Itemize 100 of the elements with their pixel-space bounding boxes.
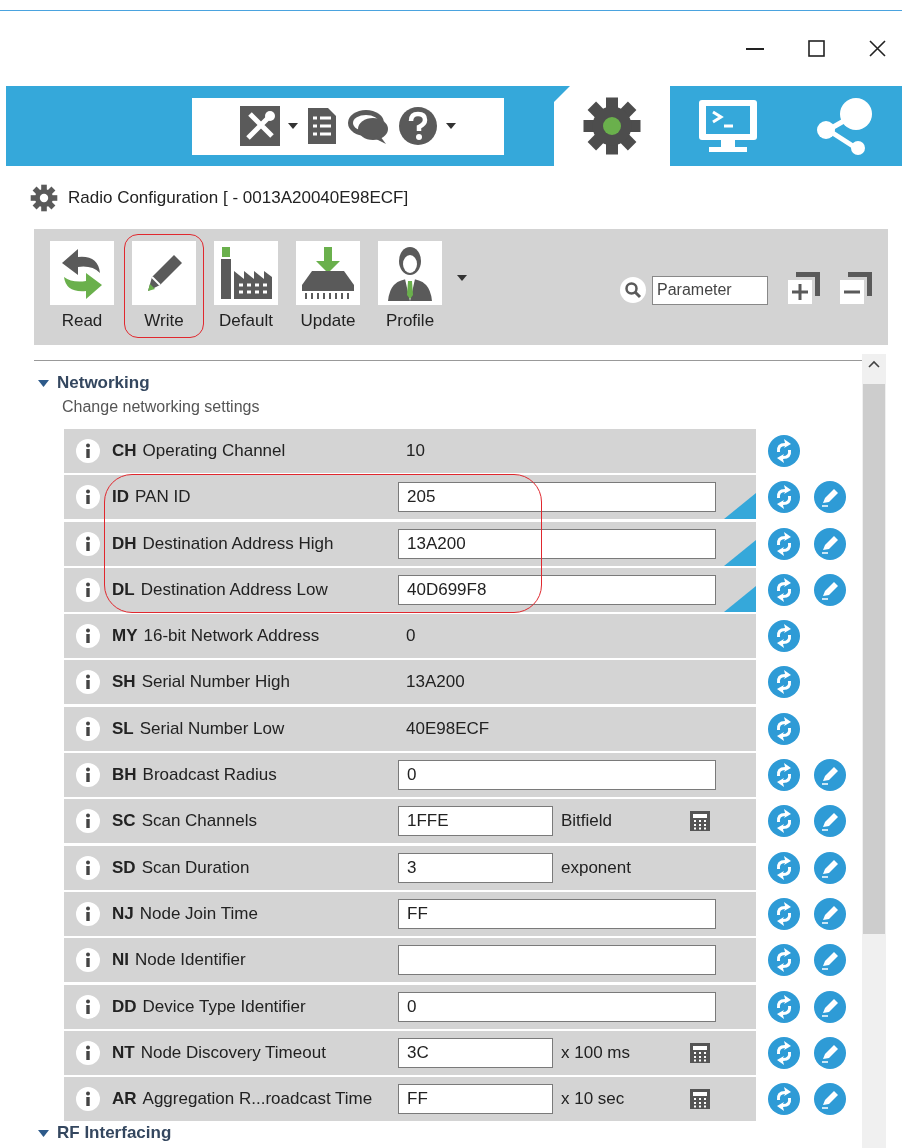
input-field[interactable]: 1FFE [398, 806, 553, 837]
refresh-icon[interactable] [768, 527, 800, 560]
input-field[interactable]: 205 [398, 482, 716, 513]
refresh-icon[interactable] [768, 1036, 800, 1069]
parameter-name: BH Broadcast Radius [112, 765, 278, 786]
input-field[interactable]: FF [398, 898, 716, 929]
input-field[interactable]: 3 [398, 852, 553, 883]
gear-icon [30, 183, 58, 212]
info-icon[interactable] [76, 577, 100, 602]
write-button[interactable]: Write [124, 234, 204, 338]
info-icon[interactable] [76, 994, 100, 1019]
input-field[interactable] [398, 945, 716, 976]
info-icon[interactable] [76, 624, 100, 649]
parameter-name: SC Scan Channels [112, 811, 258, 832]
parameter-name: NI Node Identifier [112, 950, 247, 971]
input-field[interactable]: 0 [398, 760, 716, 791]
refresh-icon[interactable] [768, 851, 800, 884]
parameter-value: 13A200 [405, 672, 465, 693]
parameter-name: SH Serial Number High [112, 672, 291, 693]
info-icon[interactable] [76, 763, 100, 788]
info-icon[interactable] [76, 1040, 100, 1065]
info-icon[interactable] [76, 439, 100, 463]
refresh-icon[interactable] [768, 805, 800, 838]
write-icon[interactable] [814, 805, 846, 838]
expand-all-icon[interactable] [788, 272, 820, 304]
info-icon[interactable] [76, 485, 100, 510]
unit-label: x 100 ms [561, 1042, 631, 1063]
refresh-icon[interactable] [768, 666, 800, 699]
section-header[interactable]: Networking [34, 361, 150, 393]
info-icon[interactable] [76, 531, 100, 556]
calculator-icon[interactable] [689, 1088, 711, 1111]
write-icon[interactable] [814, 944, 846, 977]
calculator-icon[interactable] [689, 810, 711, 833]
parameter-name: NT Node Discovery Timeout [112, 1042, 327, 1063]
profile-button[interactable]: Profile [370, 234, 474, 338]
read-button[interactable]: Read [42, 234, 122, 338]
info-icon[interactable] [76, 716, 100, 741]
info-icon[interactable] [76, 855, 100, 880]
write-icon[interactable] [814, 759, 846, 792]
maximize-icon[interactable] [808, 40, 825, 57]
write-icon[interactable] [814, 573, 846, 606]
refresh-icon[interactable] [768, 897, 800, 930]
gear-icon [582, 96, 642, 156]
caret-icon [446, 123, 456, 129]
collapse-all-icon[interactable] [840, 272, 872, 304]
scroll-thumb[interactable] [863, 384, 885, 934]
parameter-name: DH Destination Address High [112, 533, 335, 554]
modified-corner-icon [724, 539, 756, 566]
monitor-icon [697, 98, 759, 154]
write-icon[interactable] [814, 527, 846, 560]
refresh-icon[interactable] [768, 435, 800, 467]
parameter-name: DD Device Type Identifier [112, 996, 307, 1017]
write-icon[interactable] [814, 990, 846, 1023]
unit-label: exponent [561, 857, 632, 878]
section-header[interactable]: RF Interfacing [34, 1121, 172, 1144]
write-icon[interactable] [814, 897, 846, 930]
search-field[interactable]: Parameter [652, 275, 768, 305]
default-button[interactable]: Default [206, 234, 286, 338]
info-icon[interactable] [76, 901, 100, 926]
caret-icon [38, 379, 49, 387]
close-icon[interactable] [869, 40, 886, 57]
info-icon[interactable] [76, 1087, 100, 1112]
modified-corner-icon [724, 493, 756, 520]
refresh-icon[interactable] [768, 712, 800, 745]
write-icon[interactable] [814, 1083, 846, 1116]
info-icon[interactable] [76, 948, 100, 973]
input-field[interactable]: FF [398, 1084, 553, 1115]
refresh-icon[interactable] [768, 1083, 800, 1116]
parameter-name: AR Aggregation R...roadcast Time [112, 1089, 374, 1110]
modified-corner-icon [724, 585, 756, 612]
info-icon[interactable] [76, 670, 100, 695]
input-field[interactable]: 40D699F8 [398, 574, 716, 605]
refresh-icon[interactable] [768, 990, 800, 1023]
update-button[interactable]: Update [288, 234, 368, 338]
refresh-icon[interactable] [768, 620, 800, 653]
caret-icon [38, 1129, 49, 1137]
refresh-icon[interactable] [768, 759, 800, 792]
write-icon[interactable] [814, 481, 846, 514]
calculator-icon[interactable] [689, 1041, 711, 1064]
refresh-icon[interactable] [768, 573, 800, 606]
dropdown-caret-icon [457, 275, 467, 281]
parameter-value: 0 [405, 626, 416, 647]
checklist-icon[interactable] [306, 106, 338, 146]
help-icon[interactable] [398, 106, 438, 146]
unit-label: x 10 sec [561, 1089, 626, 1110]
search-icon[interactable] [620, 277, 646, 303]
parameter-name: SD Scan Duration [112, 857, 251, 878]
tools-icon[interactable] [240, 106, 280, 146]
write-icon[interactable] [814, 851, 846, 884]
refresh-icon[interactable] [768, 481, 800, 514]
input-field[interactable]: 0 [398, 991, 716, 1022]
input-field[interactable]: 3C [398, 1037, 553, 1068]
unit-label: Bitfield [561, 811, 614, 832]
refresh-icon[interactable] [768, 944, 800, 977]
input-field[interactable]: 13A200 [398, 528, 716, 559]
info-icon[interactable] [76, 809, 100, 834]
parameter-name: NJ Node Join Time [112, 903, 259, 924]
scrollbar[interactable] [862, 354, 886, 1148]
scroll-up-icon[interactable] [868, 360, 880, 368]
write-icon[interactable] [814, 1036, 846, 1069]
